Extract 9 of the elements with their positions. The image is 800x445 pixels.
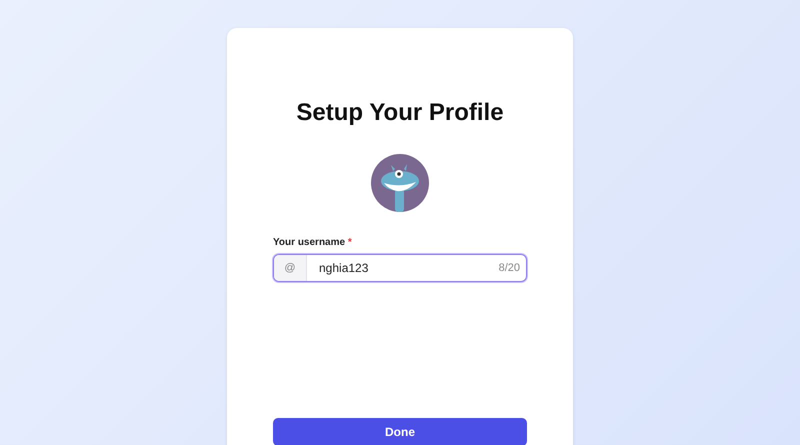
username-field[interactable]: @ nghia123 8/20 <box>273 254 527 282</box>
field-label: Your username * <box>273 237 353 248</box>
done-button[interactable]: Done <box>273 418 527 445</box>
required-mark: * <box>348 237 352 248</box>
monster-avatar-icon <box>371 154 429 212</box>
page-title: Setup Your Profile <box>296 98 504 128</box>
at-prefix: @ <box>274 255 307 281</box>
username-value: nghia123 <box>319 261 370 275</box>
character-counter: 8/20 <box>498 262 521 274</box>
